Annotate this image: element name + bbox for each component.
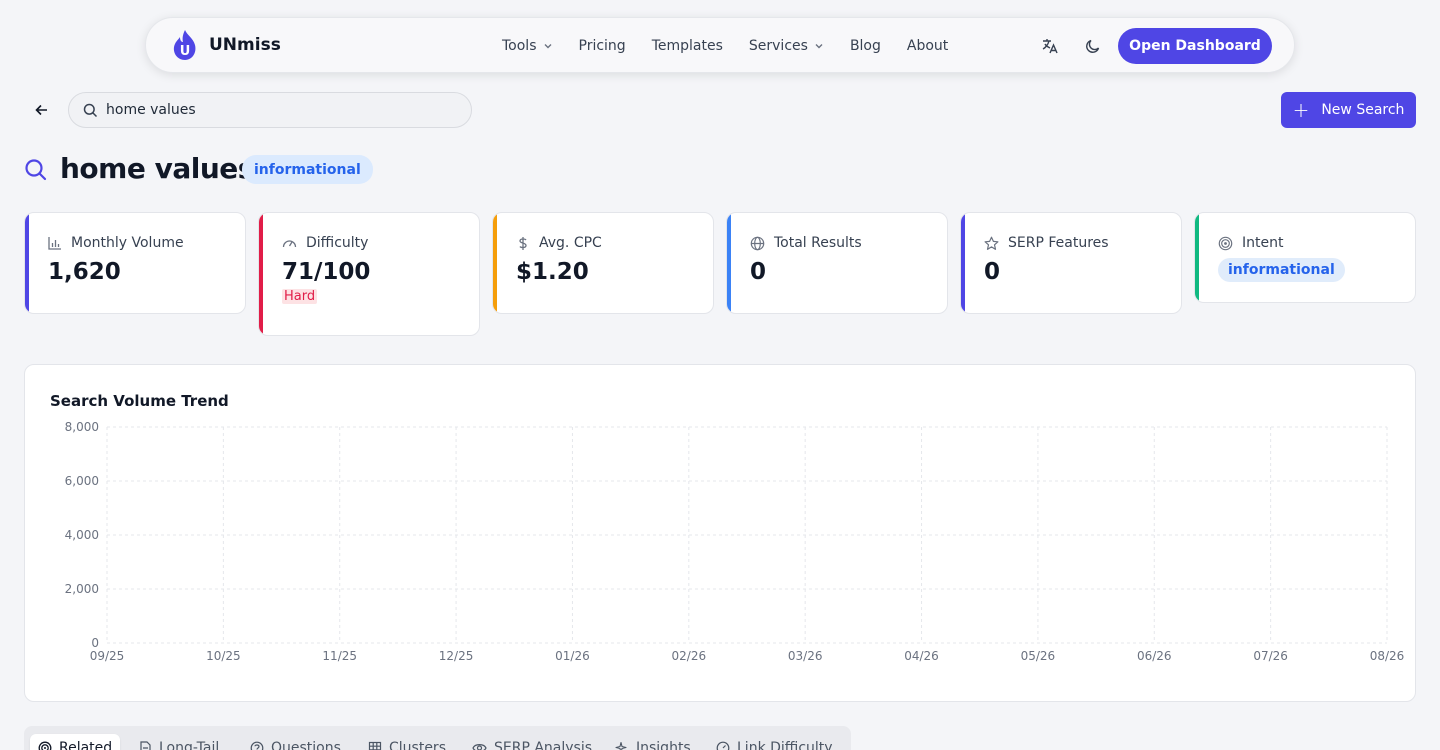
y-tick-label: 0	[91, 636, 99, 650]
new-search-button[interactable]: + New Search	[1281, 92, 1416, 128]
trend-chart-plot: 0 2,000 4,000 6,000 8,000 09/25 10/25 11/25 12/2…	[65, 420, 1405, 663]
brand-logo[interactable]: U UNmiss	[172, 29, 281, 61]
search-value: home values	[106, 102, 196, 118]
tab-clusters[interactable]: Clusters	[360, 734, 454, 750]
x-tick-label: 12/25	[439, 649, 474, 663]
chevron-down-icon	[815, 44, 823, 49]
stat-card-total-results: Total Results 0	[726, 212, 948, 314]
svg-text:U: U	[180, 44, 191, 59]
card-value: 1,620	[48, 259, 121, 285]
y-tick-label: 8,000	[65, 420, 99, 434]
back-arrow-icon[interactable]	[32, 100, 52, 120]
dollar-icon	[519, 236, 527, 250]
top-navbar: U UNmiss Tools Pricing Templates Service…	[145, 17, 1295, 73]
gauge-icon	[716, 741, 730, 750]
tab-serp-analysis[interactable]: SERP Analysis	[464, 734, 600, 750]
globe-icon	[750, 236, 765, 250]
card-value: 71/100	[282, 259, 371, 285]
flame-logo-icon: U	[172, 29, 198, 61]
y-tick-label: 4,000	[65, 528, 99, 542]
tab-related[interactable]: Related	[30, 734, 121, 750]
card-value: 0	[984, 259, 1001, 285]
gauge-icon	[282, 240, 297, 248]
intent-badge: informational	[242, 155, 373, 184]
page-title: home values	[60, 152, 254, 185]
y-tick-label: 2,000	[65, 582, 99, 596]
nav-blog[interactable]: Blog	[850, 38, 881, 54]
sparkle-icon	[615, 741, 627, 750]
x-tick-label: 11/25	[322, 649, 357, 663]
nav-services[interactable]: Services	[749, 38, 824, 54]
results-tabs: Related Long-Tail Questions Clusters SER…	[24, 726, 851, 750]
chevron-down-icon	[544, 44, 551, 49]
x-tick-label: 07/26	[1253, 649, 1288, 663]
search-icon	[83, 103, 98, 117]
bar-chart-icon	[48, 237, 61, 250]
search-volume-trend-chart: Search Volume Trend 0 2,000 4,000 6,000 8,00…	[24, 364, 1416, 702]
nav-templates[interactable]: Templates	[652, 38, 723, 54]
moon-icon[interactable]	[1082, 35, 1104, 57]
card-label: SERP Features	[1008, 235, 1109, 251]
stat-card-avg-cpc: Avg. CPC $1.20	[492, 212, 714, 314]
x-tick-label: 09/25	[90, 649, 125, 663]
card-label: Intent	[1242, 235, 1284, 251]
x-tick-label: 03/26	[788, 649, 823, 663]
target-icon	[38, 741, 52, 750]
search-input[interactable]: home values	[68, 92, 472, 128]
tab-insights[interactable]: Insights	[607, 734, 699, 750]
question-icon	[250, 741, 264, 750]
y-tick-label: 6,000	[65, 474, 99, 488]
tab-long-tail[interactable]: Long-Tail	[131, 734, 227, 750]
x-tick-label: 04/26	[904, 649, 939, 663]
plus-icon: +	[1292, 98, 1310, 122]
x-tick-label: 10/25	[206, 649, 241, 663]
x-tick-label: 05/26	[1021, 649, 1056, 663]
stat-card-difficulty: Difficulty 71/100 Hard	[258, 212, 480, 336]
x-tick-label: 06/26	[1137, 649, 1172, 663]
nav-pricing[interactable]: Pricing	[579, 38, 626, 54]
x-tick-label: 08/26	[1370, 649, 1405, 663]
card-label: Difficulty	[306, 235, 369, 251]
card-value: $1.20	[516, 259, 589, 285]
stat-card-monthly-volume: Monthly Volume 1,620	[24, 212, 246, 314]
card-label: Total Results	[774, 235, 862, 251]
tab-questions[interactable]: Questions	[242, 734, 349, 750]
nav-links: Tools Pricing Templates Services Blog Ab…	[502, 18, 974, 74]
search-icon	[24, 158, 50, 184]
brand-name: UNmiss	[209, 35, 281, 55]
eye-icon	[472, 744, 487, 750]
nav-about[interactable]: About	[907, 38, 948, 54]
x-tick-label: 02/26	[672, 649, 707, 663]
card-value: 0	[750, 259, 767, 285]
document-icon	[140, 741, 151, 750]
x-tick-label: 01/26	[555, 649, 590, 663]
grid-icon	[368, 741, 382, 750]
star-icon	[984, 236, 999, 250]
target-icon	[1218, 236, 1233, 250]
open-dashboard-button[interactable]: Open Dashboard	[1118, 28, 1272, 64]
difficulty-level-badge: Hard	[282, 289, 318, 304]
tab-link-difficulty[interactable]: Link Difficulty	[708, 734, 841, 750]
stat-card-serp-features: SERP Features 0	[960, 212, 1182, 314]
nav-tools[interactable]: Tools	[502, 38, 553, 54]
card-label: Avg. CPC	[539, 235, 602, 251]
intent-value-badge: informational	[1218, 258, 1345, 282]
translate-icon[interactable]	[1039, 35, 1061, 57]
stat-card-intent: Intent informational	[1194, 212, 1416, 303]
card-label: Monthly Volume	[71, 235, 184, 251]
